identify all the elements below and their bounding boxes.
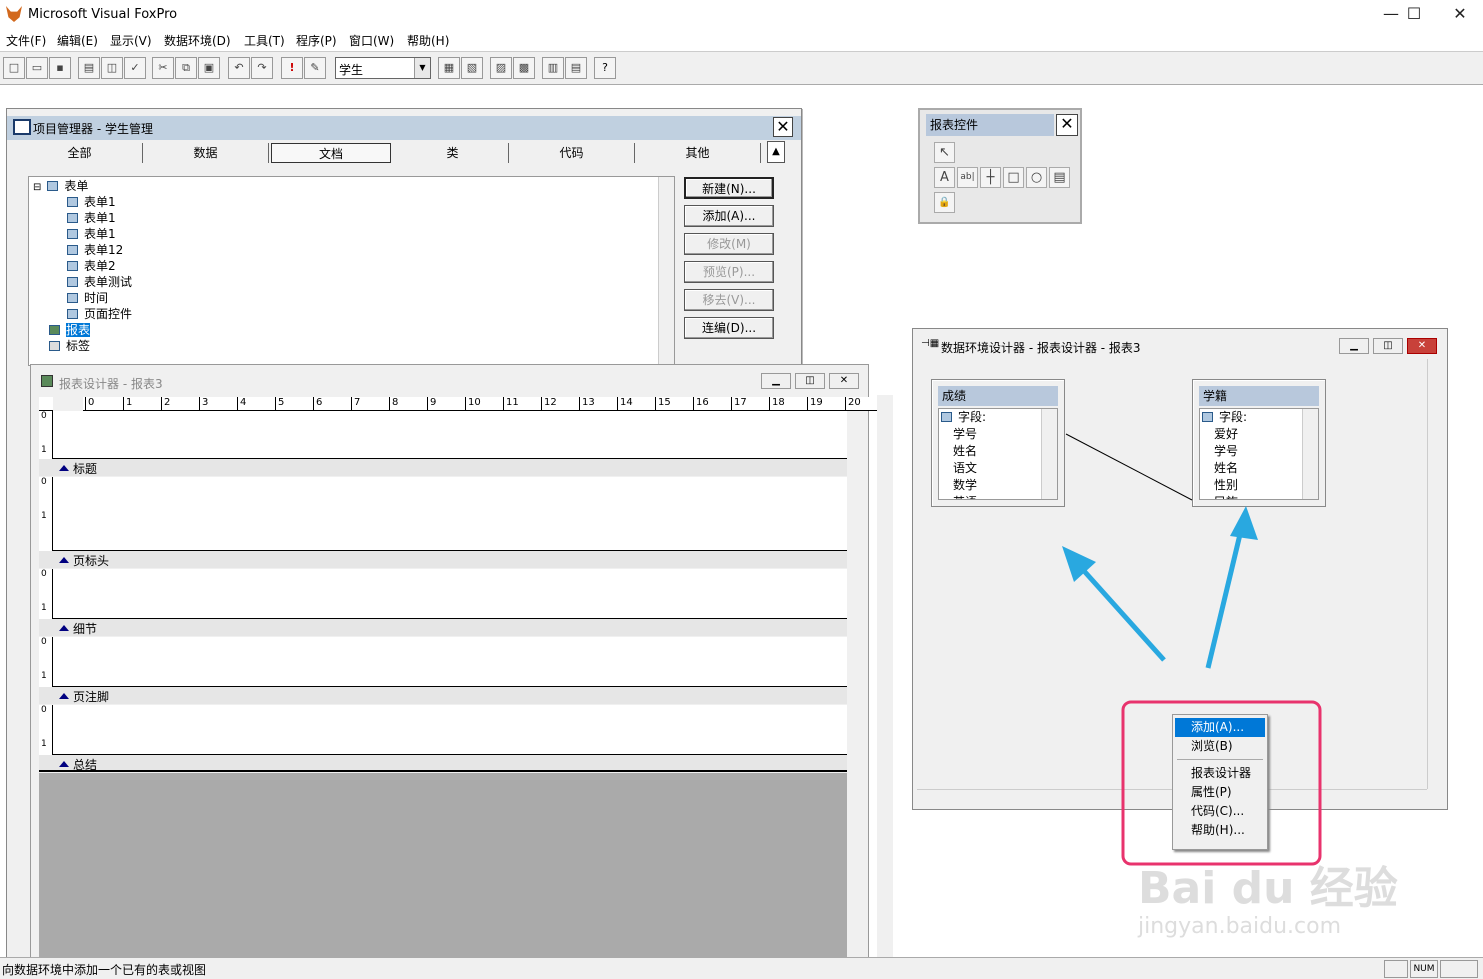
num-lock-indicator: NUM	[1410, 960, 1438, 978]
menu-item-browse[interactable]: 浏览(B)	[1175, 737, 1265, 756]
arrow-icon	[1205, 506, 1258, 669]
menu-item-report-designer[interactable]: 报表设计器	[1175, 764, 1265, 783]
menu-item-help[interactable]: 帮助(H)...	[1175, 821, 1265, 840]
menu-item-code[interactable]: 代码(C)...	[1175, 802, 1265, 821]
menu-separator	[1177, 759, 1263, 760]
baidu-logo: Bai du 经验	[1138, 863, 1398, 914]
context-menu: 添加(A)... 浏览(B) 报表设计器 属性(P) 代码(C)... 帮助(H…	[1172, 714, 1268, 850]
status-bar: 向数据环境中添加一个已有的表或视图 NUM	[0, 957, 1483, 979]
status-text: 向数据环境中添加一个已有的表或视图	[2, 963, 207, 977]
relation-line	[1065, 433, 1193, 501]
menu-item-add[interactable]: 添加(A)...	[1175, 718, 1265, 737]
status-panel	[1384, 960, 1408, 978]
menu-item-properties[interactable]: 属性(P)	[1175, 783, 1265, 802]
arrow-icon	[1062, 546, 1166, 662]
watermark-url: jingyan.baidu.com	[1138, 914, 1342, 939]
status-panel	[1440, 960, 1478, 978]
